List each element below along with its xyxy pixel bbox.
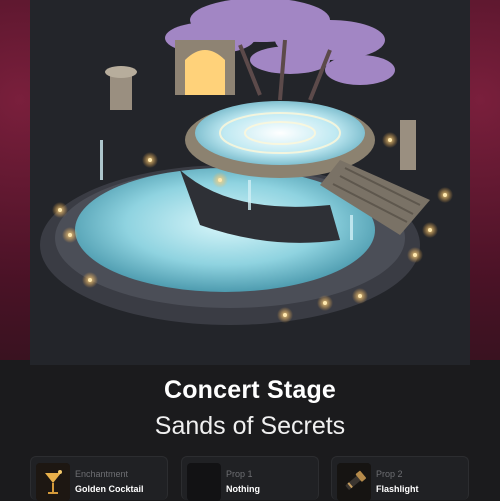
prop-1-label: Prop 1 bbox=[226, 469, 253, 479]
scene-title: Concert Stage bbox=[163, 376, 337, 404]
scene-subtitle: Sands of Secrets bbox=[154, 412, 346, 440]
cocktail-icon bbox=[36, 463, 70, 501]
prop-2-value: Flashlight bbox=[376, 484, 419, 494]
prop-1-slot[interactable]: Prop 1 Nothing bbox=[181, 456, 319, 501]
enchantment-value: Golden Cocktail bbox=[75, 484, 144, 494]
flashlight-icon bbox=[337, 463, 371, 501]
enchantment-label: Enchantment bbox=[75, 469, 129, 479]
prop-2-slot[interactable]: Prop 2 Flashlight bbox=[331, 456, 469, 501]
enchantment-slot[interactable]: Enchantment Golden Cocktail bbox=[30, 456, 168, 501]
concert-stage-artwork bbox=[30, 0, 470, 365]
scene-artwork-card[interactable] bbox=[30, 0, 470, 365]
prop-1-value: Nothing bbox=[226, 484, 260, 494]
prop-2-label: Prop 2 bbox=[376, 469, 403, 479]
empty-slot-icon bbox=[187, 463, 221, 501]
